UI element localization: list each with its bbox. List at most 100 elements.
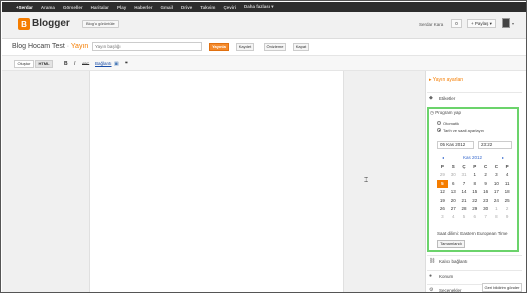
post-settings-heading[interactable]: ▸ Yayın ayarları — [429, 77, 463, 83]
preview-button[interactable]: Önizleme — [264, 43, 286, 51]
calendar-day[interactable]: 9 — [480, 180, 491, 188]
bold-icon[interactable]: B — [64, 61, 68, 67]
gbar-item[interactable]: Haritalar — [91, 5, 109, 10]
share-button[interactable]: + Paylaş ▾ — [467, 19, 496, 28]
calendar-day[interactable]: 21 — [459, 197, 470, 205]
calendar-day[interactable]: 13 — [448, 188, 459, 196]
permalink-item[interactable]: ⛓ Kalıcı bağlantı — [427, 255, 522, 266]
chevron-down-icon[interactable]: ▾ — [512, 21, 514, 26]
calendar-day[interactable]: 4 — [448, 213, 459, 221]
gbar-item[interactable]: Haberler — [134, 5, 152, 10]
compose-mode-button[interactable]: Oluştur — [14, 60, 34, 68]
calendar-day[interactable]: 24 — [491, 197, 502, 205]
calendar-day[interactable]: 27 — [448, 205, 459, 213]
calendar-day[interactable]: 18 — [502, 188, 513, 196]
view-blog-button[interactable]: Blog'u görüntüle — [82, 20, 119, 28]
close-button[interactable]: Kapat — [293, 43, 309, 51]
save-button[interactable]: Kaydet — [236, 43, 254, 51]
calendar-day[interactable]: 29 — [469, 205, 480, 213]
blog-title: Blog Hocam Test · Yayın — [12, 43, 88, 50]
calendar-day[interactable]: 4 — [502, 171, 513, 179]
blogger-logo-text[interactable]: Blogger — [32, 18, 70, 29]
calendar-day[interactable]: 22 — [469, 197, 480, 205]
calendar-day[interactable]: 6 — [448, 180, 459, 188]
calendar-day[interactable]: 1 — [469, 171, 480, 179]
prev-month-icon[interactable]: ◂ — [442, 155, 444, 160]
auto-radio[interactable] — [437, 121, 441, 125]
browser-frame: +Serdar Arama Görseller Haritalar Play Haberl… — [0, 0, 527, 293]
feedback-button[interactable]: Geri bildirim gönder — [482, 283, 522, 292]
time-field[interactable]: 23:22 — [478, 141, 512, 149]
calendar-day[interactable]: 6 — [469, 213, 480, 221]
calendar-day[interactable]: 2 — [480, 171, 491, 179]
schedule-heading[interactable]: ◷ Program yap — [430, 110, 461, 116]
blog-name[interactable]: Blog Hocam Test — [12, 43, 65, 50]
calendar-day[interactable]: 25 — [502, 197, 513, 205]
calendar-day[interactable]: 16 — [480, 188, 491, 196]
share-label: + Paylaş — [471, 21, 489, 26]
calendar-day[interactable]: 2 — [502, 205, 513, 213]
calendar-weekday-row: PSÇPCCP — [437, 163, 513, 171]
calendar-day[interactable]: 7 — [480, 213, 491, 221]
calendar-day[interactable]: 19 — [437, 197, 448, 205]
calendar-day[interactable]: 9 — [502, 213, 513, 221]
gear-icon: ⚙ — [429, 287, 434, 293]
italic-icon[interactable]: I — [74, 61, 75, 67]
manual-radio[interactable] — [437, 128, 441, 132]
gbar-item[interactable]: Görseller — [63, 5, 83, 10]
quote-icon[interactable]: ❝ — [125, 61, 128, 67]
permalink-label: Kalıcı bağlantı — [439, 258, 468, 264]
calendar-day[interactable]: 5 — [459, 213, 470, 221]
calendar-week: 12 13 14 15 16 17 18 — [437, 188, 513, 196]
avatar[interactable] — [502, 18, 510, 28]
gbar-item[interactable]: Daha fazlası ▾ — [244, 4, 274, 10]
calendar-day[interactable]: 17 — [491, 188, 502, 196]
user-name[interactable]: Serdar Kara — [419, 22, 443, 27]
gbar-item[interactable]: +Serdar — [16, 5, 33, 10]
calendar-day[interactable]: 28 — [459, 205, 470, 213]
calendar-day[interactable]: 26 — [437, 205, 448, 213]
calendar-day[interactable]: 29 — [437, 171, 448, 179]
gbar-item[interactable]: Gmail — [160, 5, 173, 10]
gbar-item[interactable]: Drive — [181, 5, 192, 10]
calendar-week: 5 6 7 8 9 10 11 — [437, 179, 513, 189]
calendar-day[interactable]: 14 — [459, 188, 470, 196]
labels-item[interactable]: ◆ Etiketler — [427, 92, 522, 103]
html-editor-textarea[interactable] — [89, 71, 344, 292]
gbar-item[interactable]: Play — [117, 5, 126, 10]
publish-button[interactable]: Yayınla — [209, 43, 229, 51]
strikethrough-icon[interactable]: ABC — [82, 62, 89, 66]
link-button[interactable]: Bağlantı — [95, 61, 112, 66]
date-field[interactable]: 05 Kas 2012 — [437, 141, 474, 149]
blogger-logo-icon[interactable]: B — [18, 18, 30, 30]
calendar-day[interactable]: 3 — [437, 213, 448, 221]
gbar-item[interactable]: Arama — [41, 5, 55, 10]
calendar-day[interactable]: 1 — [491, 205, 502, 213]
calendar-day[interactable]: 8 — [469, 180, 480, 188]
calendar-day[interactable]: 11 — [502, 180, 513, 188]
done-button[interactable]: Tamamlandı — [437, 240, 465, 248]
calendar-day[interactable]: 30 — [480, 205, 491, 213]
calendar-day[interactable]: 23 — [480, 197, 491, 205]
location-item[interactable]: ● Konum — [427, 270, 522, 281]
calendar-day[interactable]: 3 — [491, 171, 502, 179]
calendar-weekday: S — [451, 164, 455, 169]
location-pin-icon: ● — [429, 273, 433, 279]
html-mode-button[interactable]: HTML — [35, 60, 53, 68]
calendar-day[interactable]: 8 — [491, 213, 502, 221]
calendar-day-selected[interactable]: 5 — [437, 179, 448, 189]
schedule-label: Program yap — [435, 110, 461, 115]
calendar-day[interactable]: 30 — [448, 171, 459, 179]
image-icon[interactable]: ▣ — [114, 61, 119, 67]
gbar-item[interactable]: Çeviri — [223, 5, 236, 10]
post-title-input[interactable] — [92, 42, 202, 51]
calendar-day[interactable]: 10 — [491, 180, 502, 188]
calendar-day[interactable]: 31 — [459, 171, 470, 179]
gbar-item[interactable]: Takvim — [200, 5, 215, 10]
calendar-day[interactable]: 15 — [469, 188, 480, 196]
calendar-day[interactable]: 7 — [459, 180, 470, 188]
calendar-day[interactable]: 20 — [448, 197, 459, 205]
next-month-icon[interactable]: ▸ — [502, 155, 504, 160]
notification-count[interactable]: 0 — [451, 19, 462, 28]
calendar-day[interactable]: 12 — [437, 188, 448, 196]
